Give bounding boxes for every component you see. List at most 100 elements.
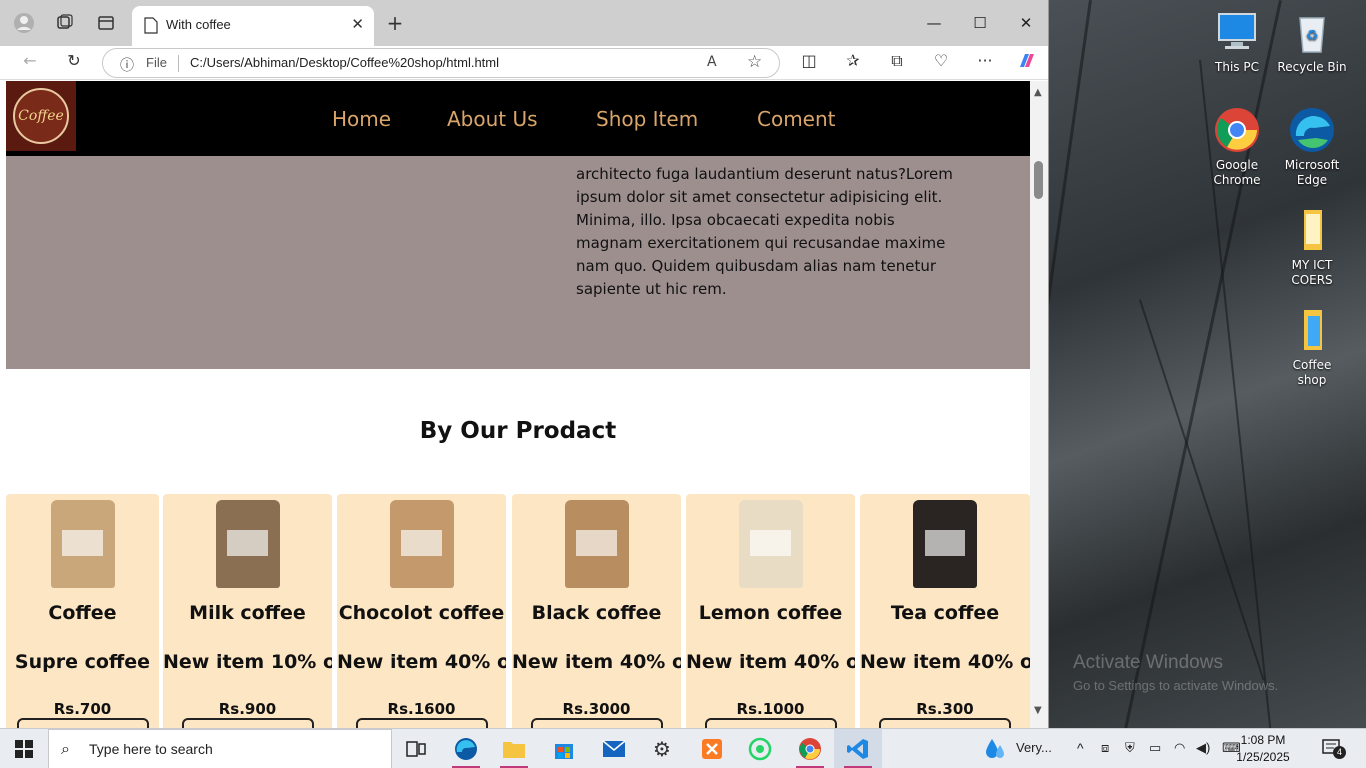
system-clock[interactable]: 1:08 PM 1/25/2025 [1228, 732, 1298, 766]
coffee-bag-label [924, 529, 966, 557]
scroll-up-icon[interactable]: ▲ [1034, 87, 1042, 98]
product-button[interactable] [704, 718, 837, 728]
profile-icon[interactable] [12, 11, 36, 35]
scrollbar-thumb[interactable] [1034, 161, 1043, 199]
nav-coment[interactable]: Coment [757, 107, 836, 131]
product-price: Rs.900 [218, 700, 277, 718]
copilot-icon[interactable] [1015, 51, 1039, 75]
desktop-icon-recycle-bin[interactable]: ♻ Recycle Bin [1277, 8, 1347, 75]
taskbar-search-box[interactable]: ⌕ Type here to search [48, 729, 392, 768]
page-icon [144, 17, 158, 38]
weather-icon[interactable] [984, 737, 1006, 765]
browser-window: With coffee ✕ + — ☐ ✕ ← ↻ ⓘ File C:/User… [0, 0, 1049, 728]
product-name: Coffee [48, 602, 117, 624]
page-scrollbar[interactable]: ▲ ▼ [1030, 81, 1048, 728]
refresh-icon[interactable]: ↻ [62, 51, 86, 70]
section-title-text: By Our Prodact [419, 418, 617, 444]
product-button[interactable] [530, 718, 663, 728]
task-view-icon[interactable] [392, 729, 440, 768]
product-button[interactable] [879, 718, 1011, 728]
weather-text[interactable]: Very... [1016, 740, 1052, 755]
maximize-button[interactable]: ☐ [957, 8, 1003, 38]
close-window-button[interactable]: ✕ [1003, 8, 1048, 38]
volume-icon[interactable]: ◀) [1196, 740, 1210, 756]
product-price: Rs.300 [916, 700, 974, 718]
clock-date: 1/25/2025 [1236, 750, 1290, 764]
product-price: Rs.3000 [562, 700, 631, 718]
collections-icon[interactable]: ⧉ [885, 51, 909, 71]
wifi-icon[interactable]: ◠ [1174, 740, 1185, 756]
coffee-bag-label [227, 529, 268, 557]
product-name: Tea coffee [890, 602, 1000, 624]
taskbar-xampp-icon[interactable] [688, 729, 736, 768]
taskbar-mail-icon[interactable] [590, 729, 638, 768]
title-bar: With coffee ✕ + — ☐ ✕ [0, 0, 1048, 46]
tab-title: With coffee [166, 17, 231, 32]
product-tagline: New item 40% of [512, 651, 681, 673]
favorites-icon[interactable]: ✰ [841, 51, 865, 70]
desktop-icon-label: Coffee shop [1292, 358, 1332, 387]
coffee-bag-image [738, 500, 803, 588]
favorite-star-icon[interactable]: ☆ [747, 52, 762, 72]
desktop-icon-microsoft-edge[interactable]: Microsoft Edge [1277, 106, 1347, 188]
product-price: Rs.1000 [736, 700, 805, 718]
taskbar-whatsapp-icon[interactable] [736, 729, 784, 768]
nav-about-us[interactable]: About Us [447, 107, 538, 131]
browser-essentials-icon[interactable]: ♡ [929, 51, 953, 70]
desktop-icon-label: Google Chrome [1213, 158, 1261, 187]
scroll-down-icon[interactable]: ▼ [1034, 705, 1042, 716]
address-bar[interactable]: ⓘ File C:/Users/Abhiman/Desktop/Coffee%2… [102, 48, 780, 78]
coffee-bag-image [564, 500, 629, 588]
site-logo[interactable]: Coffee [6, 81, 76, 151]
coffee-bag-label [62, 529, 103, 557]
product-name: Milk coffee [189, 602, 306, 624]
tab-actions-icon[interactable] [94, 11, 118, 35]
product-card: Chocolot coffee New item 40% of Rs.1600 [337, 494, 506, 728]
start-button[interactable] [0, 729, 48, 768]
coffee-bag-image [913, 500, 977, 588]
taskbar-file-explorer-icon[interactable] [490, 729, 538, 768]
tab-active[interactable]: With coffee ✕ [132, 6, 374, 46]
taskbar-edge-icon[interactable] [442, 729, 490, 768]
notification-center-icon[interactable]: 4 [1322, 739, 1346, 759]
product-price: Rs.1600 [387, 700, 456, 718]
taskbar-store-icon[interactable] [540, 729, 588, 768]
page-viewport: architecto fuga laudantium deserunt natu… [6, 81, 1030, 728]
meet-now-icon[interactable]: ⧈ [1101, 740, 1109, 756]
edge-icon [1288, 106, 1336, 154]
info-icon[interactable]: ⓘ [120, 55, 134, 75]
product-tagline: Supre coffee [14, 651, 151, 673]
back-icon[interactable]: ← [18, 51, 42, 70]
product-button[interactable] [181, 718, 314, 728]
split-screen-icon[interactable]: ◫ [797, 51, 821, 70]
workspaces-icon[interactable] [52, 11, 76, 35]
tab-close-icon[interactable]: ✕ [351, 15, 364, 33]
address-toolbar: ← ↻ ⓘ File C:/Users/Abhiman/Desktop/Coff… [0, 46, 1048, 80]
more-menu-icon[interactable]: ··· [973, 51, 997, 70]
product-name: Lemon coffee [698, 602, 843, 624]
desktop-icon-this-pc[interactable]: This PC [1202, 8, 1272, 75]
nav-home[interactable]: Home [332, 107, 391, 131]
search-icon: ⌕ [61, 739, 70, 758]
product-tagline: New item 40% of [686, 651, 855, 673]
product-button[interactable] [16, 718, 149, 728]
battery-icon[interactable]: ▭ [1149, 740, 1161, 756]
security-icon[interactable]: ⛨ [1125, 740, 1135, 756]
taskbar-vscode-icon[interactable] [834, 729, 882, 768]
coffee-bag-label [576, 529, 617, 557]
desktop-icon-google-chrome[interactable]: Google Chrome [1202, 106, 1272, 188]
read-aloud-icon[interactable]: A [707, 54, 717, 70]
taskbar-settings-icon[interactable]: ⚙ [638, 729, 686, 768]
desktop-icon-coffee-shop[interactable]: Coffee shop [1277, 306, 1347, 388]
product-tagline: New item 10% of [163, 651, 332, 673]
url-text[interactable]: C:/Users/Abhiman/Desktop/Coffee%20shop/h… [190, 55, 499, 70]
tray-overflow-icon[interactable]: ^ [1077, 740, 1084, 756]
minimize-button[interactable]: — [911, 8, 957, 38]
product-button[interactable] [355, 718, 488, 728]
product-name: Black coffee [531, 602, 662, 624]
coffee-bag-image [215, 500, 280, 588]
new-tab-icon[interactable]: + [383, 11, 407, 35]
taskbar-chrome-icon[interactable] [786, 729, 834, 768]
desktop-icon-my-ict-coers[interactable]: MY ICT COERS [1277, 206, 1347, 288]
nav-shop-item[interactable]: Shop Item [596, 107, 698, 131]
